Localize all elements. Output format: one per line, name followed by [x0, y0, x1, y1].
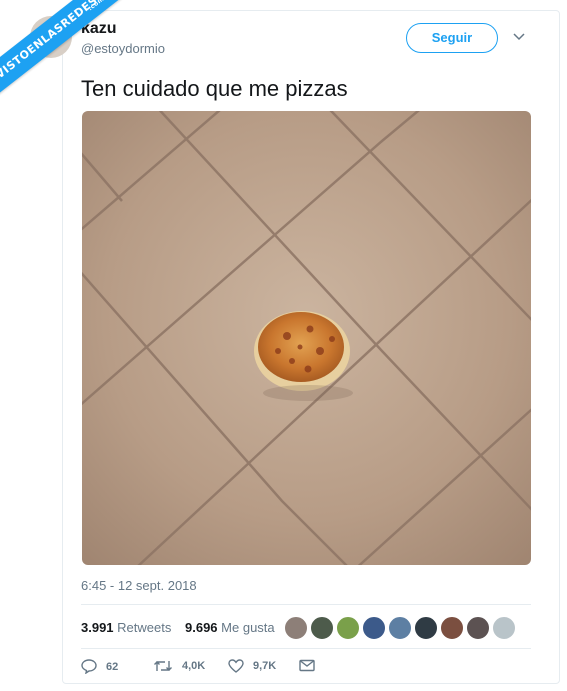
- tweet-photo[interactable]: [82, 111, 531, 565]
- liker-avatar[interactable]: [440, 616, 464, 640]
- liker-avatar[interactable]: [492, 616, 516, 640]
- divider: [81, 604, 531, 605]
- reply-action[interactable]: 62: [81, 659, 118, 674]
- liker-avatar[interactable]: [388, 616, 412, 640]
- likes-stat[interactable]: 9.696 Me gusta: [185, 620, 275, 635]
- liker-avatar[interactable]: [284, 616, 308, 640]
- pizza-on-floor-photo: [82, 111, 531, 565]
- liker-avatar[interactable]: [336, 616, 360, 640]
- author-handle[interactable]: @estoydormio: [81, 41, 165, 56]
- tweet-text: Ten cuidado que me pizzas: [81, 76, 348, 101]
- chevron-down-icon[interactable]: [513, 33, 525, 41]
- reply-count: 62: [106, 660, 119, 673]
- liker-avatar[interactable]: [310, 616, 334, 640]
- retweets-stat[interactable]: 3.991 Retweets: [81, 620, 171, 635]
- retweet-count: 4,0K: [182, 660, 206, 672]
- heart-icon: [228, 659, 244, 673]
- retweet-icon: [154, 661, 172, 671]
- like-action[interactable]: 9,7K: [228, 659, 276, 673]
- message-action[interactable]: [299, 659, 324, 672]
- divider: [81, 648, 531, 649]
- liker-avatar[interactable]: [362, 616, 386, 640]
- retweet-action[interactable]: 4,0K: [153, 659, 205, 673]
- engagement-stats: 3.991 Retweets 9.696 Me gusta: [81, 620, 285, 635]
- envelope-icon: [299, 659, 315, 672]
- like-count: 9,7K: [253, 660, 277, 672]
- liker-avatar[interactable]: [414, 616, 438, 640]
- reply-icon: [81, 659, 97, 674]
- liker-avatar[interactable]: [466, 616, 490, 640]
- follow-button[interactable]: Seguir: [406, 23, 498, 53]
- tweet-timestamp[interactable]: 6:45 - 12 sept. 2018: [81, 578, 197, 593]
